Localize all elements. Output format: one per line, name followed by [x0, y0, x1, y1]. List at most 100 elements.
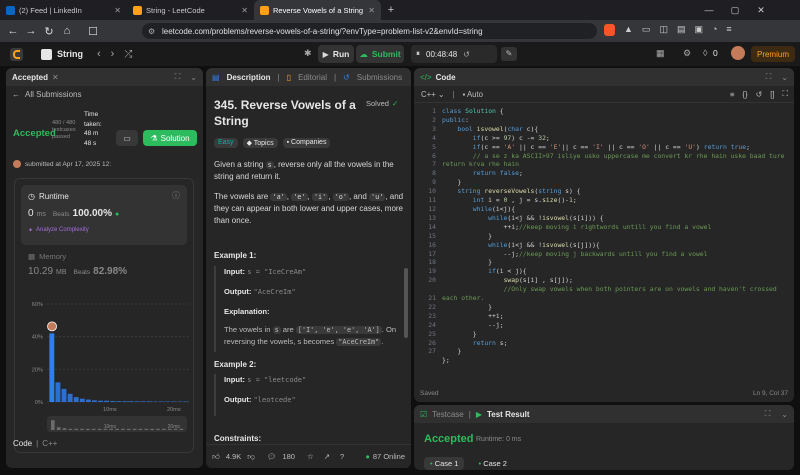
layout-icon[interactable]: ▦: [656, 48, 665, 59]
new-tab-button[interactable]: +: [381, 4, 401, 16]
reset-icon[interactable]: ↺: [756, 90, 763, 99]
maximize-icon[interactable]: ⛶: [765, 409, 771, 419]
reset-icon[interactable]: ↺: [463, 50, 470, 59]
tab-description[interactable]: Description: [227, 73, 271, 82]
scrollbar[interactable]: [404, 268, 408, 338]
help-icon[interactable]: ?: [340, 452, 344, 461]
minimize-icon[interactable]: ⌄: [781, 410, 788, 419]
tab-accepted[interactable]: Accepted: [12, 73, 48, 82]
like-icon[interactable]: 👍︎: [212, 452, 220, 462]
close-tab-icon[interactable]: ✕: [114, 6, 121, 15]
premium-label: Premium: [756, 49, 789, 59]
browser-tab-linkedin[interactable]: (2) Feed | LinkedIn ✕: [0, 0, 127, 20]
comments-count: 180: [282, 452, 295, 461]
auto-toggle[interactable]: ▪ Auto: [462, 90, 483, 99]
share-icon[interactable]: ↗: [324, 452, 330, 461]
code-panel-header: </> Code ⛶ ⌄: [414, 68, 794, 86]
browser-tab-string[interactable]: String - LeetCode ✕: [127, 0, 254, 20]
pause-icon[interactable]: ⏸: [416, 49, 420, 59]
topics-tag[interactable]: ◆ Topics: [242, 138, 278, 148]
extension-icon[interactable]: ◫: [659, 24, 668, 36]
close-tab-icon[interactable]: ✕: [241, 6, 248, 15]
timer-widget[interactable]: ⏸ 00:48:48 ↺: [411, 45, 497, 63]
shuffle-icon[interactable]: ⤮: [124, 49, 132, 60]
case-tab-2[interactable]: • Case 2: [472, 457, 512, 470]
editorial-button[interactable]: ▭: [116, 130, 138, 146]
companies-tag[interactable]: ▪ Companies: [282, 138, 331, 148]
case-tab-1[interactable]: • Case 1: [424, 457, 465, 470]
maximize-icon[interactable]: ⛶: [766, 72, 772, 82]
brackets-icon[interactable]: []: [770, 90, 774, 99]
play-icon: ▶: [322, 49, 329, 59]
example-1-input: s = "IceCreAm": [247, 268, 307, 276]
wallet-icon[interactable]: ▤: [677, 24, 686, 36]
minimize-icon[interactable]: ⌄: [190, 73, 197, 82]
settings-icon[interactable]: ⚙: [683, 48, 691, 59]
menu-icon[interactable]: ≡: [726, 24, 731, 36]
format-icon[interactable]: {}: [742, 90, 747, 99]
tab-submissions[interactable]: Submissions: [357, 73, 402, 82]
memory-label: Memory: [39, 252, 67, 261]
tab-code[interactable]: Code: [436, 73, 456, 82]
runtime-distribution-chart: 60% 40% 20% 0% 10ms 20ms 10ms 20ms: [32, 302, 191, 432]
analyze-complexity-link[interactable]: ✦ Analyze Complexity: [28, 227, 89, 234]
note-icon[interactable]: ✎: [501, 47, 517, 61]
sparkle-icon: ✦: [28, 228, 34, 234]
back-arrow-icon[interactable]: ←: [4, 25, 22, 37]
navigator-bar: [179, 428, 184, 430]
language-select[interactable]: C++ ⌄: [421, 90, 444, 99]
forward-arrow-icon[interactable]: →: [22, 25, 40, 37]
premium-button[interactable]: Premium: [751, 46, 795, 62]
home-icon[interactable]: ⌂: [58, 25, 76, 37]
leetcode-logo-icon[interactable]: [10, 47, 23, 61]
tab-editorial[interactable]: Editorial: [298, 73, 327, 82]
bookmark-icon[interactable]: ☐: [84, 25, 102, 38]
close-icon[interactable]: ✕: [52, 73, 59, 82]
bug-icon[interactable]: ✱: [304, 48, 312, 59]
streak-count: 0: [713, 48, 718, 58]
maximize-icon[interactable]: ⛶: [175, 72, 181, 82]
address-bar[interactable]: ⚙ leetcode.com/problems/reverse-vowels-o…: [142, 23, 597, 39]
prev-problem-icon[interactable]: ‹: [97, 48, 101, 60]
dislike-icon[interactable]: 👎︎: [247, 452, 255, 462]
solution-button[interactable]: ⚗ Solution: [143, 130, 197, 146]
fullscreen-icon[interactable]: ⛶: [783, 89, 788, 99]
runtime-card[interactable]: ◷ Runtime ⓘ 0 ms Beats 100.00% ● ✦ Analy…: [21, 185, 187, 245]
minimize-icon[interactable]: ⌄: [781, 73, 788, 82]
minimize-button[interactable]: —: [696, 0, 722, 20]
memory-beats: 82.98%: [93, 266, 128, 277]
site-info-icon[interactable]: ⚙: [148, 27, 155, 36]
navigator-bar: [97, 428, 102, 430]
info-icon[interactable]: ⓘ: [172, 190, 180, 201]
explanation-label: Explanation:: [224, 307, 270, 316]
avatar[interactable]: [731, 46, 745, 60]
streak-fire-icon[interactable]: ◊: [703, 48, 707, 58]
rewards-icon[interactable]: ▲: [624, 24, 633, 36]
run-button[interactable]: ▶ Run: [318, 45, 354, 63]
problem-title[interactable]: 345. Reverse Vowels of a String: [214, 97, 362, 129]
close-window-button[interactable]: ✕: [748, 0, 774, 20]
reload-icon[interactable]: ↻: [40, 25, 58, 38]
note-icon[interactable]: ≡: [730, 90, 735, 99]
submit-button[interactable]: ☁ Submit: [356, 45, 404, 63]
vpn-icon[interactable]: ▣: [694, 24, 703, 36]
close-tab-icon[interactable]: ✕: [368, 6, 375, 15]
problem-list-title[interactable]: String: [57, 49, 83, 59]
next-problem-icon[interactable]: ›: [111, 48, 115, 60]
analyze-label: Analyze Complexity: [36, 227, 89, 233]
browser-tab-reverse-vowels[interactable]: Reverse Vowels of a String - Le ✕: [254, 0, 381, 20]
code-editor[interactable]: class Solution { public: bool isvowel(ch…: [442, 107, 790, 365]
profile-icon[interactable]: ◔: [712, 24, 717, 36]
brave-shield-icon[interactable]: [604, 24, 615, 36]
star-icon[interactable]: ☆: [307, 452, 314, 461]
extensions-icon[interactable]: ▭: [642, 24, 651, 36]
example-2-input: s = "leetcode": [247, 376, 307, 384]
timer-text: 00:48:48: [426, 49, 458, 59]
all-submissions-link[interactable]: ← All Submissions: [12, 90, 81, 99]
maximize-button[interactable]: ▢: [722, 0, 748, 20]
memory-header[interactable]: ▦ Memory: [28, 252, 66, 261]
check-circle-icon: ✓: [391, 99, 399, 108]
comment-icon[interactable]: 💬︎: [267, 452, 277, 461]
tab-test-result[interactable]: Test Result: [487, 410, 530, 419]
tab-testcase[interactable]: Testcase: [432, 410, 464, 419]
